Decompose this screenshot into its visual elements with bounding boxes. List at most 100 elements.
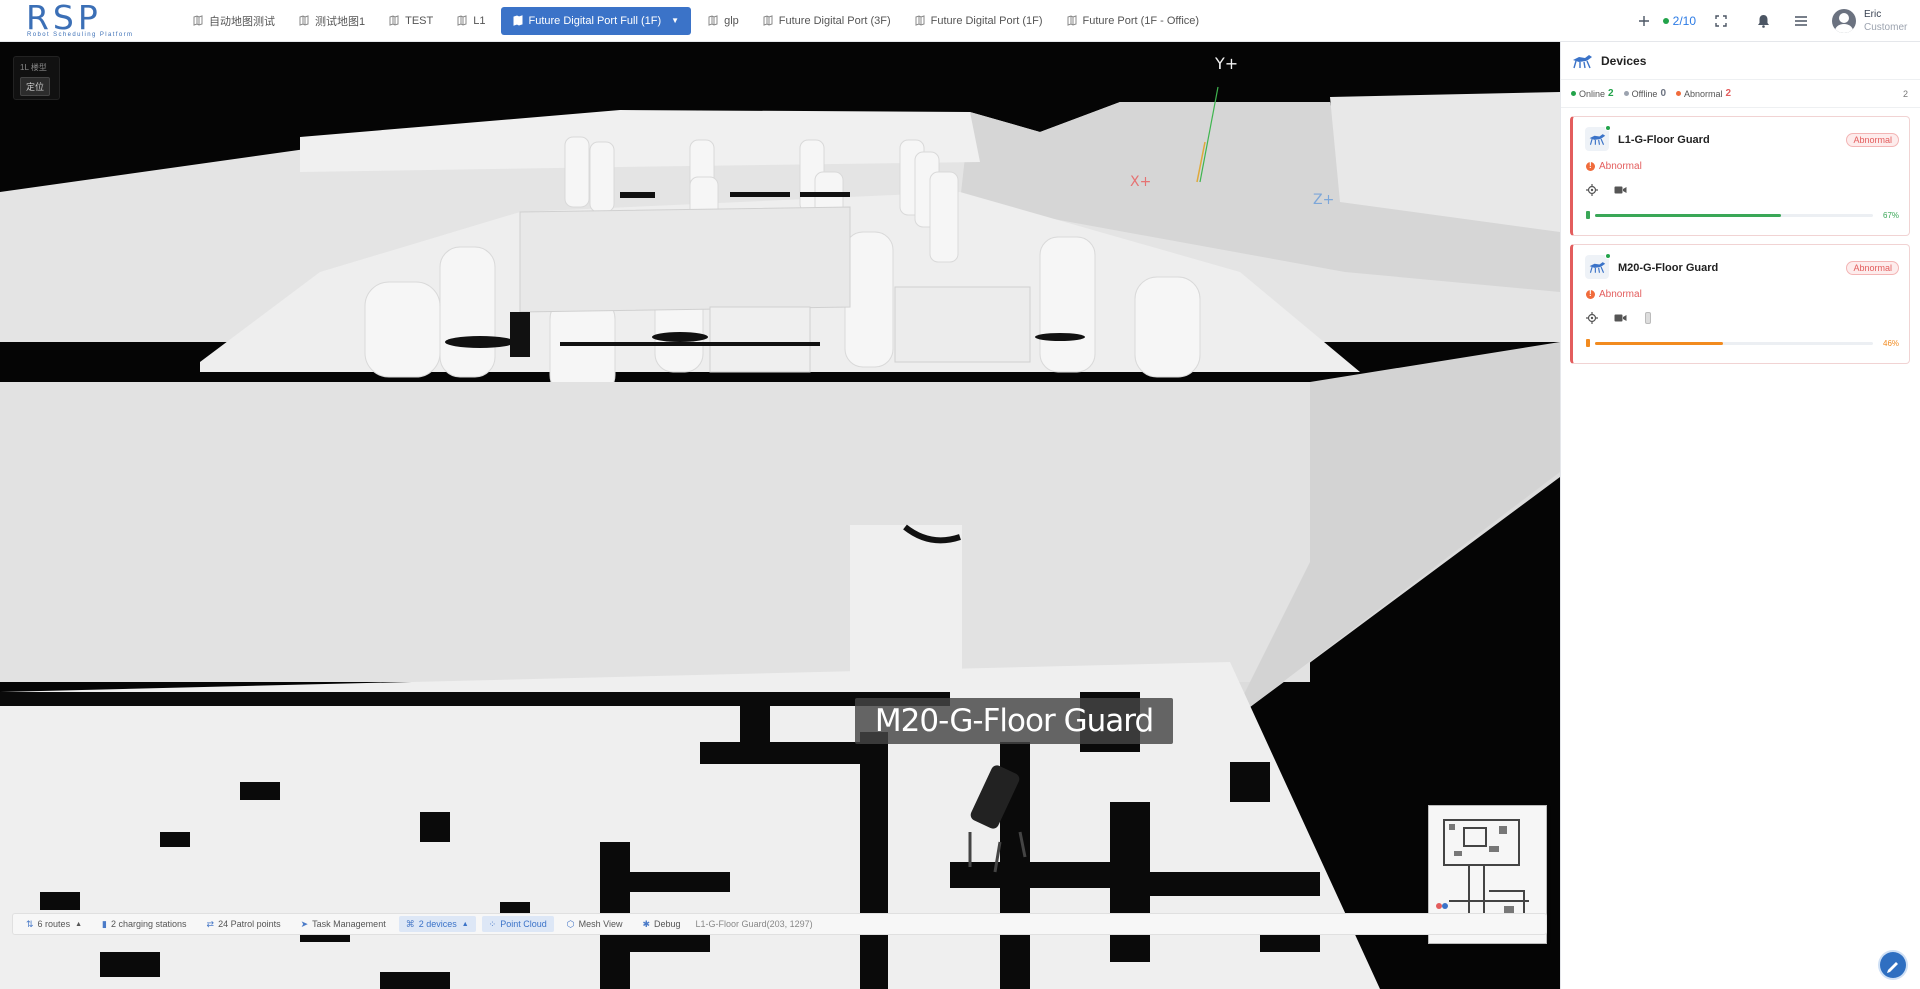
map-icon — [193, 15, 203, 26]
logo[interactable]: RSP Robot Scheduling Platform — [26, 0, 176, 42]
battery-track — [1595, 341, 1873, 345]
task-label: Task Management — [312, 919, 386, 929]
mesh-view-toggle[interactable]: ⬡ Mesh View — [560, 916, 630, 932]
point-cloud-label: Point Cloud — [500, 919, 547, 929]
patrol-points-button[interactable]: ⇄ 24 Patrol points — [200, 916, 288, 932]
panel-header: Devices — [1561, 42, 1920, 80]
tab-auto-map-test[interactable]: 自动地图测试 — [184, 7, 284, 35]
tab-future-digital-port-full-1f[interactable]: Future Digital Port Full (1F) ▼ — [500, 6, 692, 35]
panel-title: Devices — [1601, 53, 1647, 68]
map-icon — [389, 15, 399, 26]
device-avatar — [1585, 125, 1611, 151]
device-status-text: Abnormal — [1599, 289, 1642, 300]
camera-icon[interactable] — [1613, 311, 1627, 325]
bell-icon[interactable] — [1752, 10, 1774, 32]
bug-icon: ✱ — [642, 918, 651, 929]
robot-counter[interactable]: 2/10 — [1662, 14, 1696, 28]
map-3d-viewport[interactable]: 1L 楼型 定位 Y+ X+ Z+ M20-G-Floor Guard ⇅ 6 — [0, 42, 1560, 989]
map-icon — [915, 15, 925, 26]
tab-l1[interactable]: L1 — [448, 7, 494, 35]
routes-label: 6 routes — [37, 919, 71, 929]
device-name: M20-G-Floor Guard — [1618, 262, 1719, 274]
header-actions: 2/10 Eric Customer — [1627, 0, 1920, 42]
tab-test[interactable]: TEST — [380, 7, 442, 35]
device-card[interactable]: M20-G-Floor Guard Abnormal Abnormal 46% — [1570, 244, 1910, 364]
plus-icon[interactable] — [1633, 10, 1655, 32]
offline-filter[interactable]: Offline 0 — [1623, 88, 1666, 99]
user-menu[interactable]: Eric Customer — [1832, 8, 1920, 34]
send-icon: ➤ — [300, 918, 309, 929]
online-filter[interactable]: Online 2 — [1571, 88, 1614, 99]
menu-icon[interactable] — [1790, 10, 1812, 32]
warning-icon — [1586, 161, 1595, 171]
routes-dropdown[interactable]: ⇅ 6 routes ▲ — [19, 916, 89, 932]
devices-dropdown[interactable]: ⌘ 2 devices ▲ — [398, 916, 476, 932]
tab-glp[interactable]: glp — [699, 7, 748, 35]
cursor-coordinate: L1-G-Floor Guard(203, 1297) — [695, 919, 813, 929]
device-stats: Online 2 Offline 0 Abnormal 2 2 — [1561, 80, 1920, 108]
device-card[interactable]: L1-G-Floor Guard Abnormal Abnormal 67% — [1570, 116, 1910, 236]
tab-test-map-1[interactable]: 测试地图1 — [290, 7, 374, 35]
fullscreen-icon[interactable] — [1710, 10, 1732, 32]
charging-label: 2 charging stations — [110, 919, 187, 929]
tab-future-port-1f-office[interactable]: Future Port (1F - Office) — [1058, 7, 1209, 35]
chevron-up-icon: ▲ — [461, 920, 469, 928]
battery-track — [1595, 213, 1873, 217]
charging-stations-button[interactable]: ▮ 2 charging stations — [95, 916, 194, 932]
abnormal-count: 2 — [1725, 88, 1732, 99]
patrol-label: 24 Patrol points — [218, 919, 281, 929]
devices-label: 2 devices — [418, 919, 457, 929]
tab-future-digital-port-1f[interactable]: Future Digital Port (1F) — [906, 7, 1052, 35]
tab-label: Future Digital Port (1F) — [930, 14, 1043, 27]
device-status: Abnormal — [1586, 161, 1642, 172]
online-label: Online — [1579, 88, 1606, 99]
chevron-up-icon: ▲ — [75, 920, 83, 928]
online-dot — [1662, 18, 1669, 24]
battery-indicator: 46% — [1586, 338, 1899, 348]
abnormal-dot — [1676, 91, 1681, 96]
status-badge: Abnormal — [1846, 261, 1899, 275]
task-management-button[interactable]: ➤ Task Management — [294, 916, 393, 932]
chevron-down-icon[interactable]: ▼ — [671, 16, 679, 25]
robot-dog-icon — [1589, 262, 1606, 273]
phone-icon[interactable] — [1641, 311, 1655, 325]
status-badge: Abnormal — [1846, 133, 1899, 147]
battery-fill — [1595, 213, 1782, 217]
robot-dog-icon: ⌘ — [405, 918, 415, 929]
abnormal-label: Abnormal — [1684, 88, 1723, 99]
map-icon — [513, 15, 522, 26]
view-mode-panel: 1L 楼型 定位 — [13, 56, 60, 100]
top-bar: RSP Robot Scheduling Platform 自动地图测试 测试地… — [0, 0, 1920, 42]
tab-future-digital-port-3f[interactable]: Future Digital Port (3F) — [754, 7, 900, 35]
locate-icon[interactable] — [1585, 183, 1599, 197]
tab-label: TEST — [405, 14, 434, 27]
camera-icon[interactable] — [1613, 183, 1627, 197]
locate-icon[interactable] — [1585, 311, 1599, 325]
battery-icon: ▮ — [102, 918, 107, 929]
map-icon — [299, 15, 309, 26]
online-count: 2 — [1608, 88, 1614, 99]
locate-button[interactable]: 定位 — [20, 77, 51, 96]
map-icon — [457, 15, 467, 26]
devices-panel: Devices Online 2 Offline 0 Abnormal 2 2 — [1560, 42, 1920, 989]
pen-icon — [1887, 962, 1898, 973]
point-cloud-toggle[interactable]: ⁘ Point Cloud — [481, 916, 554, 932]
avatar — [1832, 9, 1856, 33]
point-cloud-icon: ⁘ — [488, 918, 497, 929]
debug-label: Debug — [654, 919, 681, 929]
robot-dog-icon — [1573, 54, 1592, 68]
battery-percent: 46% — [1883, 338, 1900, 348]
device-actions — [1585, 183, 1641, 197]
tab-label: Future Port (1F - Office) — [1082, 14, 1200, 27]
robot-name-label[interactable]: M20-G-Floor Guard — [855, 698, 1173, 744]
battery-percent: 67% — [1883, 210, 1900, 220]
edit-fab-button[interactable] — [1880, 952, 1906, 978]
axis-y-label: Y+ — [1215, 54, 1239, 73]
battery-icon — [1586, 211, 1590, 219]
robot-count: 2/10 — [1672, 14, 1696, 28]
scene-3d — [0, 86, 1560, 989]
battery-icon — [1586, 339, 1590, 347]
abnormal-filter[interactable]: Abnormal 2 — [1676, 88, 1731, 99]
debug-button[interactable]: ✱ Debug — [635, 916, 687, 932]
device-total: 2 — [1902, 88, 1908, 99]
